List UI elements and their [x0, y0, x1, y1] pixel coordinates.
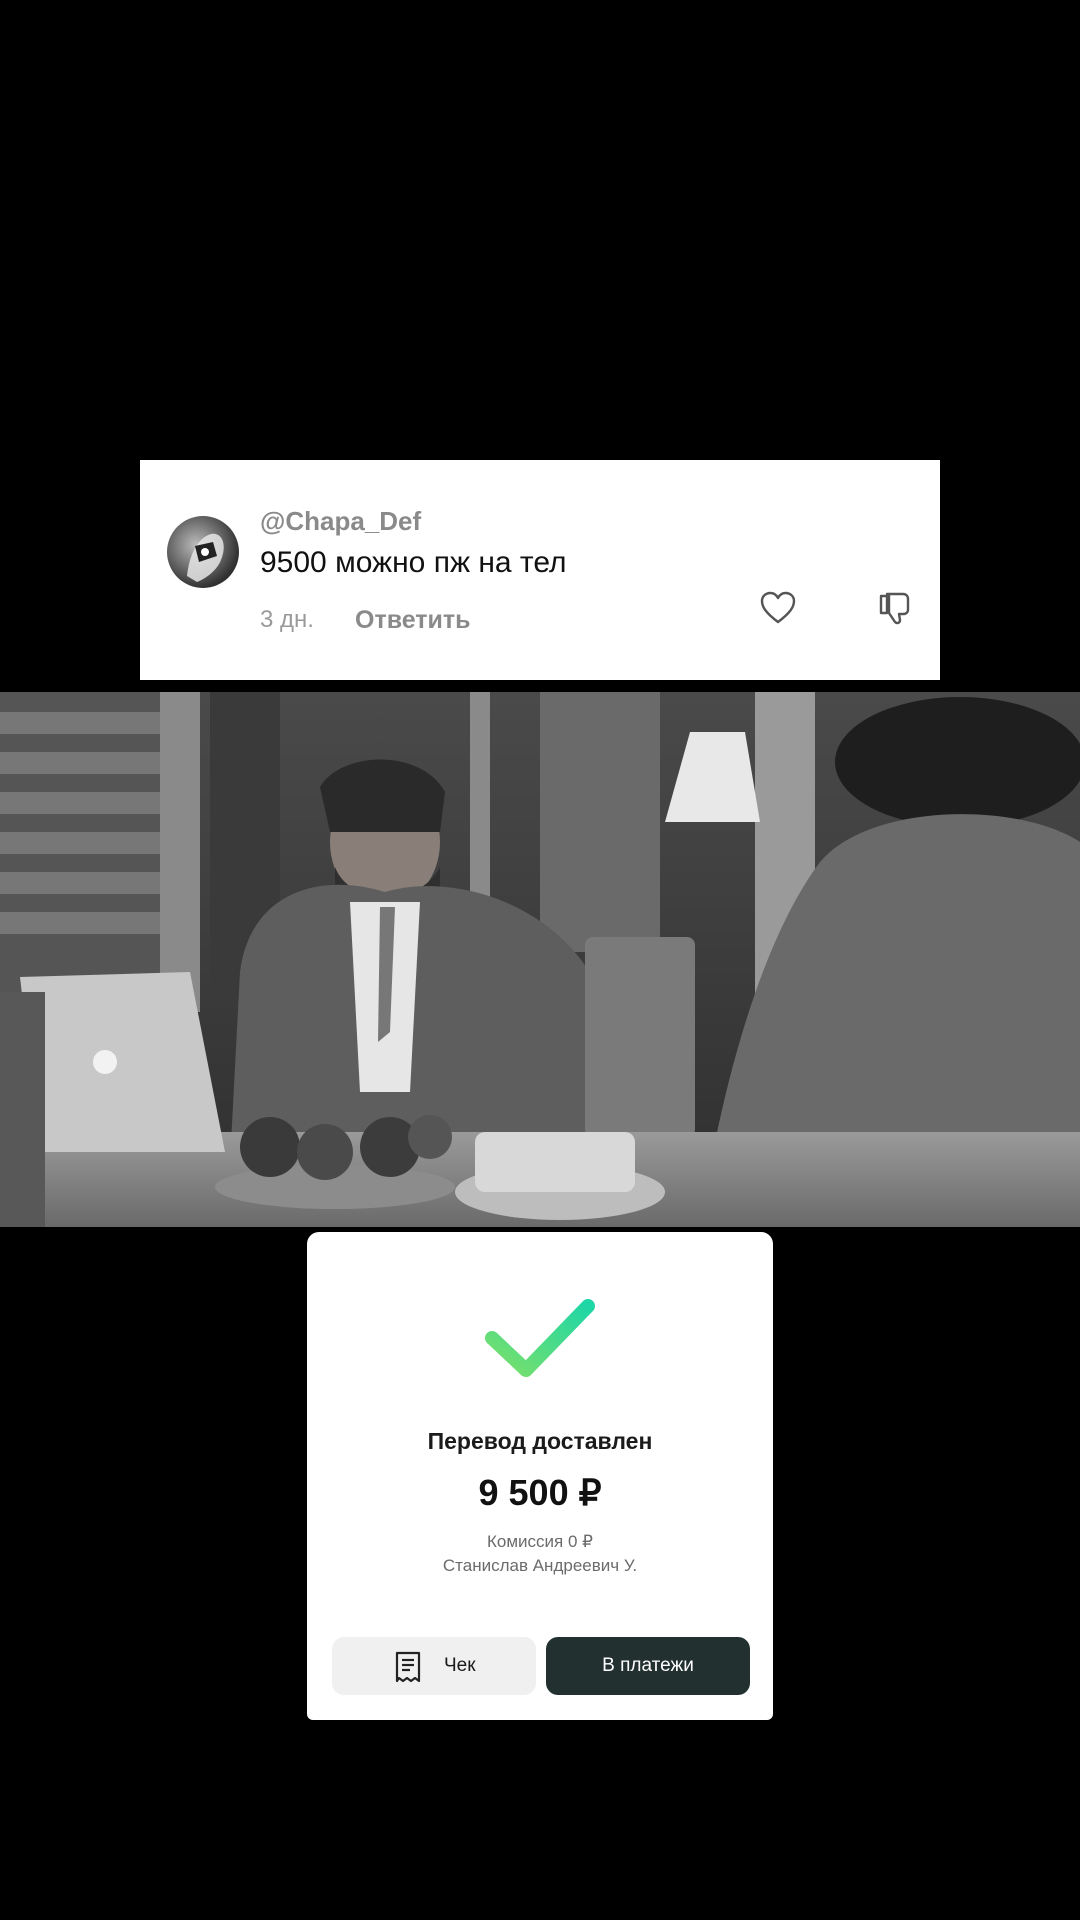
payment-fee: Комиссия 0 ₽	[487, 1532, 593, 1551]
comment-timestamp: 3 дн.	[260, 606, 314, 633]
comment-username[interactable]: @Chapa_Def	[260, 506, 421, 537]
receipt-button[interactable]: Чек	[332, 1637, 536, 1695]
receipt-icon	[395, 1651, 421, 1683]
reply-button[interactable]: Ответить	[355, 606, 471, 635]
payment-status-title: Перевод доставлен	[427, 1428, 653, 1454]
comment-card: @Chapa_Def 9500 можно пж на тел 3 дн. От…	[140, 460, 940, 680]
payment-recipient: Станислав Андреевич У.	[442, 1556, 638, 1575]
checkmark-icon	[485, 1299, 595, 1377]
avatar[interactable]	[167, 516, 239, 588]
payment-amount: 9 500 ₽	[478, 1472, 602, 1513]
payment-confirmation-card: Перевод доставлен 9 500 ₽ Комиссия 0 ₽ С…	[307, 1232, 773, 1720]
receipt-button-label: Чек	[444, 1655, 476, 1676]
video-scene	[0, 692, 1080, 1227]
comment-text: 9500 можно пж на тел	[260, 546, 567, 579]
heart-icon[interactable]	[758, 588, 798, 628]
thumbs-down-icon[interactable]	[875, 588, 915, 628]
video-frame[interactable]	[0, 692, 1080, 1227]
go-to-payments-button[interactable]: В платежи	[546, 1637, 750, 1695]
